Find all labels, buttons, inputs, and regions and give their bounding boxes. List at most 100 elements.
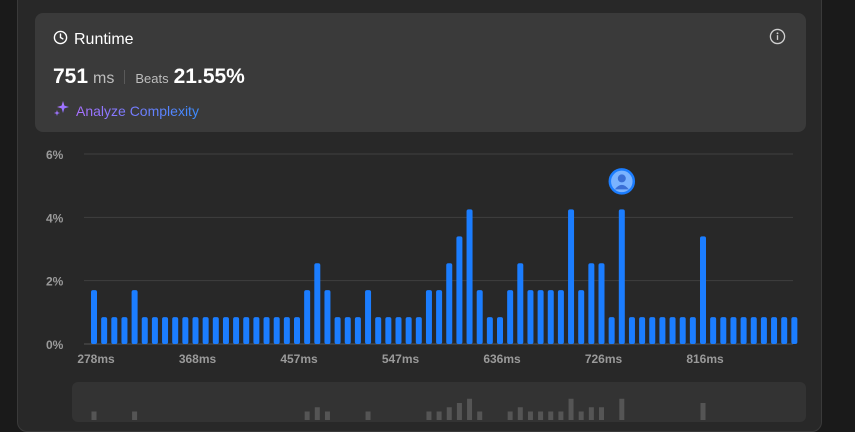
- x-tick-label: 816ms: [686, 352, 724, 366]
- bar[interactable]: [253, 317, 260, 344]
- bar[interactable]: [700, 236, 706, 344]
- bar[interactable]: [446, 263, 453, 344]
- beats-value: 21.55%: [173, 65, 245, 88]
- bar[interactable]: [720, 317, 727, 344]
- bar[interactable]: [608, 317, 615, 344]
- bar[interactable]: [649, 317, 656, 344]
- bar[interactable]: [365, 290, 372, 344]
- bar[interactable]: [710, 317, 717, 344]
- info-icon[interactable]: [769, 28, 786, 50]
- bar[interactable]: [436, 290, 443, 344]
- bar[interactable]: [233, 317, 240, 344]
- sparkle-icon: [53, 99, 71, 122]
- bar[interactable]: [557, 290, 564, 344]
- y-axis-ticks: 6% 4% 2% 0%: [46, 148, 64, 352]
- bar[interactable]: [547, 290, 554, 344]
- bar[interactable]: [598, 263, 605, 344]
- bar[interactable]: [202, 317, 209, 344]
- bar[interactable]: [283, 317, 290, 344]
- overview-bar: [619, 398, 625, 420]
- bar[interactable]: [771, 317, 778, 344]
- bar[interactable]: [628, 317, 635, 344]
- analyze-complexity-label: Analyze Complexity: [76, 102, 199, 119]
- bar[interactable]: [568, 209, 575, 344]
- y-tick-label: 2%: [46, 275, 64, 289]
- overview-bar: [467, 398, 473, 420]
- bar[interactable]: [760, 317, 767, 344]
- bar[interactable]: [679, 317, 686, 344]
- clock-icon: [53, 30, 68, 50]
- bar[interactable]: [781, 317, 788, 344]
- bar[interactable]: [497, 317, 503, 344]
- bar[interactable]: [354, 317, 361, 344]
- bar[interactable]: [324, 290, 331, 344]
- bar[interactable]: [243, 317, 250, 344]
- bar[interactable]: [507, 290, 514, 344]
- x-tick-label: 457ms: [280, 352, 318, 366]
- bar[interactable]: [294, 317, 300, 344]
- bar[interactable]: [212, 317, 219, 344]
- bar[interactable]: [151, 317, 158, 344]
- runtime-unit: ms: [93, 70, 115, 87]
- bar[interactable]: [101, 317, 108, 344]
- bar[interactable]: [192, 317, 199, 344]
- x-tick-label: 726ms: [585, 352, 623, 366]
- metric-divider: [124, 70, 126, 84]
- analyze-complexity-button[interactable]: Analyze Complexity: [53, 99, 199, 122]
- bar[interactable]: [476, 290, 483, 344]
- bar[interactable]: [425, 290, 432, 344]
- bar[interactable]: [527, 290, 534, 344]
- bar[interactable]: [304, 290, 311, 344]
- avatar-head: [617, 174, 626, 183]
- bar[interactable]: [91, 290, 97, 344]
- bar[interactable]: [263, 317, 270, 344]
- bar[interactable]: [385, 317, 392, 344]
- bar[interactable]: [172, 317, 179, 344]
- bar[interactable]: [111, 317, 118, 344]
- bar[interactable]: [182, 317, 189, 344]
- bar[interactable]: [334, 317, 341, 344]
- bar[interactable]: [456, 236, 463, 344]
- bar[interactable]: [141, 317, 148, 344]
- bar[interactable]: [618, 209, 625, 344]
- chart-overview-scroller[interactable]: [72, 382, 806, 422]
- bar[interactable]: [466, 209, 473, 344]
- bar[interactable]: [791, 317, 798, 344]
- overview-bar: [700, 403, 706, 420]
- bar[interactable]: [517, 263, 524, 344]
- bar[interactable]: [639, 317, 646, 344]
- x-tick-label: 547ms: [382, 352, 420, 366]
- bar[interactable]: [121, 317, 128, 344]
- bar[interactable]: [415, 317, 422, 344]
- bar[interactable]: [740, 317, 747, 344]
- runtime-metric: 751 ms Beats 21.55%: [53, 65, 245, 89]
- x-tick-label: 636ms: [483, 352, 521, 366]
- bar[interactable]: [659, 317, 666, 344]
- y-tick-label: 0%: [46, 338, 64, 352]
- overview-bar: [517, 407, 523, 420]
- bar[interactable]: [730, 317, 737, 344]
- bar[interactable]: [314, 263, 321, 344]
- overview-bar: [314, 407, 320, 420]
- bar[interactable]: [537, 290, 544, 344]
- bar[interactable]: [578, 290, 585, 344]
- bar[interactable]: [486, 317, 493, 344]
- bar[interactable]: [405, 317, 412, 344]
- bar[interactable]: [689, 317, 696, 344]
- bar[interactable]: [222, 317, 229, 344]
- bar[interactable]: [395, 317, 402, 344]
- bar[interactable]: [273, 317, 280, 344]
- bar[interactable]: [131, 290, 138, 344]
- bar[interactable]: [588, 263, 595, 344]
- bar[interactable]: [375, 317, 382, 344]
- overview-bar: [588, 407, 594, 420]
- runtime-card: Runtime 751 ms Beats 21.55% Analyze Comp…: [35, 13, 806, 132]
- your-submission-marker[interactable]: [608, 168, 636, 195]
- bar[interactable]: [344, 317, 351, 344]
- runtime-value: 751: [53, 65, 89, 88]
- y-tick-label: 6%: [46, 148, 64, 162]
- bar[interactable]: [162, 317, 169, 344]
- bar[interactable]: [750, 317, 757, 344]
- chart-bars: [91, 209, 798, 344]
- bar[interactable]: [669, 317, 676, 344]
